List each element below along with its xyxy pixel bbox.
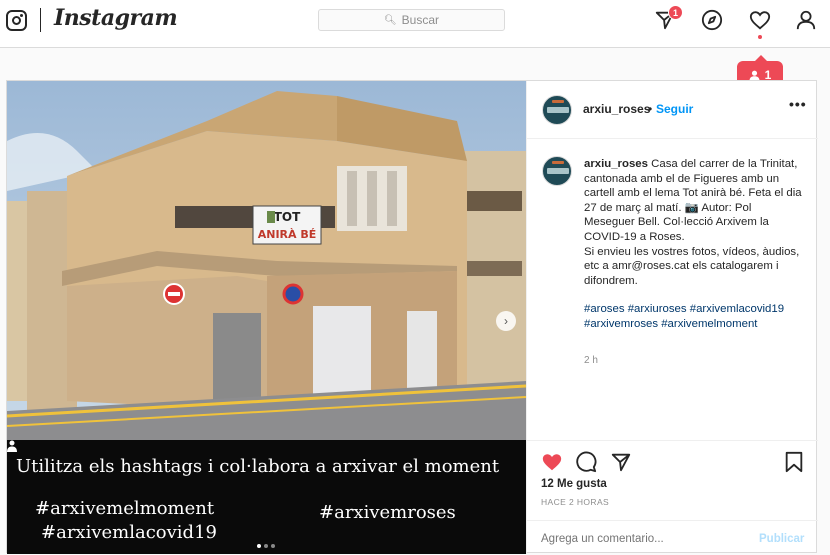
image-hashtag-moment: #arxivemelmoment	[35, 498, 215, 519]
username-link[interactable]: arxiu_roses	[583, 102, 650, 116]
heart-icon[interactable]	[749, 9, 771, 31]
comment-input[interactable]	[541, 533, 741, 545]
post-sidebar: arxiu_roses • Seguir ••• arxiu_roses Cas…	[526, 81, 818, 554]
caption-timestamp: 2 h	[584, 355, 598, 366]
user-tag-icon[interactable]	[7, 440, 17, 452]
carousel-indicator	[257, 544, 275, 548]
comment-icon[interactable]	[575, 451, 597, 473]
separator-dot: •	[648, 102, 653, 116]
search-placeholder: Buscar	[401, 13, 440, 27]
caption-body-2: Si envieu les vostres fotos, vídeos, àud…	[584, 245, 800, 287]
top-navigation-bar: Instagram 🔍︎ Buscar 1	[0, 0, 830, 48]
profile-icon[interactable]	[795, 9, 817, 31]
activity-dot	[758, 35, 762, 39]
bookmark-icon[interactable]	[783, 451, 805, 473]
instagram-logo[interactable]: Instagram	[54, 5, 178, 31]
image-text-strip: Utilitza els hashtags i col·labora a arx…	[7, 440, 526, 554]
post-card: TOT ANIRÀ BÉ › Utilitza els hashtags i c…	[6, 80, 818, 554]
follow-button[interactable]: Seguir	[656, 102, 693, 116]
explore-icon[interactable]	[701, 9, 723, 31]
carousel-next-button[interactable]: ›	[496, 311, 516, 331]
camera-logo-icon[interactable]	[6, 10, 27, 31]
caption-text: arxiu_roses Casa del carrer de la Trinit…	[584, 157, 804, 288]
banner-text-line1: TOT	[274, 210, 301, 224]
publish-button[interactable]: Publicar	[759, 533, 804, 545]
inbox-badge: 1	[668, 5, 683, 20]
avatar-wordmark	[547, 107, 569, 113]
search-input[interactable]: 🔍︎ Buscar	[318, 9, 505, 31]
image-title-text: Utilitza els hashtags i col·labora a arx…	[16, 456, 500, 477]
post-actions: 12 Me gusta HACE 2 HORAS Publicar	[527, 440, 818, 554]
follower-icon	[749, 70, 760, 81]
image-hashtag-covid: #arxivemlacovid19	[41, 522, 217, 543]
search-icon: 🔍︎	[383, 14, 397, 26]
avatar-mark	[552, 100, 564, 103]
caption-username[interactable]: arxiu_roses	[584, 158, 648, 170]
like-icon[interactable]	[541, 451, 563, 473]
more-options-button[interactable]: •••	[789, 96, 807, 112]
image-hashtag-roses: #arxivemroses	[319, 502, 456, 523]
post-image[interactable]: TOT ANIRÀ BÉ › Utilitza els hashtags i c…	[7, 81, 526, 554]
post-header: arxiu_roses • Seguir •••	[527, 81, 818, 139]
house-photo: TOT ANIRÀ BÉ	[7, 81, 526, 440]
share-icon[interactable]	[610, 451, 632, 473]
logo-divider	[40, 8, 41, 32]
carousel-dot	[264, 544, 268, 548]
avatar-wordmark	[547, 168, 569, 174]
comment-form: Publicar	[527, 520, 818, 555]
like-count[interactable]: 12 Me gusta	[541, 478, 607, 490]
caption-body: Casa del carrer de la Trinitat, cantonad…	[584, 158, 802, 243]
carousel-dot	[257, 544, 261, 548]
avatar[interactable]	[542, 156, 572, 186]
carousel-dot	[271, 544, 275, 548]
banner-text-line2: ANIRÀ BÉ	[258, 228, 317, 241]
post-time-ago: HACE 2 HORAS	[541, 497, 610, 507]
caption-hashtags[interactable]: #aroses #arxiuroses #arxivemlacovid19 #a…	[584, 302, 804, 331]
avatar-mark	[552, 161, 564, 164]
avatar[interactable]	[542, 95, 572, 125]
